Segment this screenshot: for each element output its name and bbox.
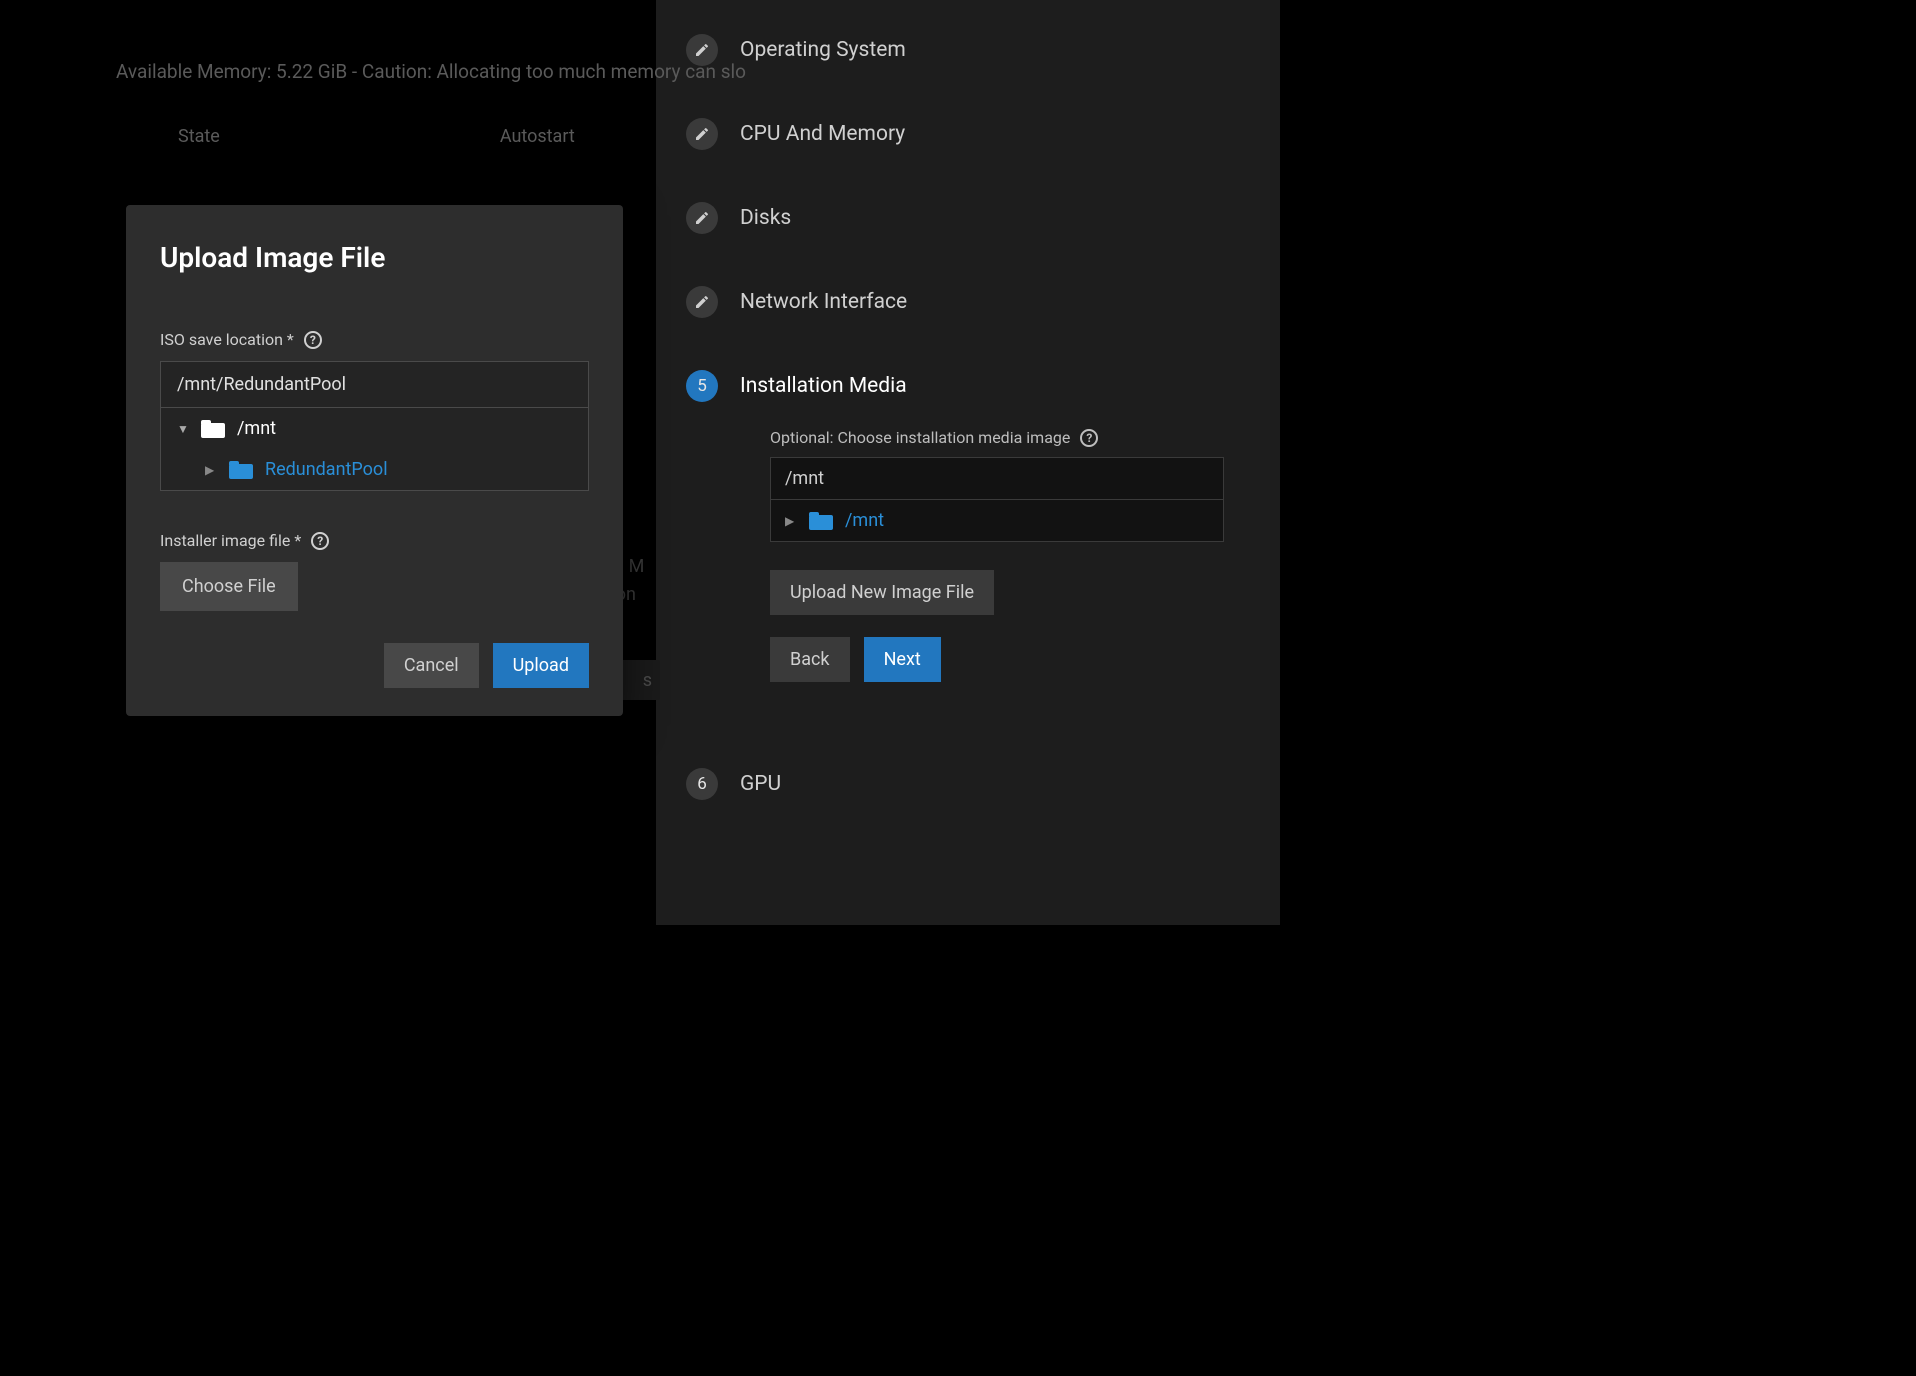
step-network[interactable]: Network Interface [656, 260, 1280, 344]
available-memory-text: Available Memory: 5.22 GiB - Caution: Al… [116, 60, 746, 83]
help-icon[interactable]: ? [311, 532, 329, 550]
back-button[interactable]: Back [770, 637, 850, 682]
iso-path-input[interactable]: /mnt/RedundantPool [161, 362, 588, 408]
step-6-badge: 6 [686, 768, 718, 800]
folder-icon [809, 512, 833, 530]
step-cpu[interactable]: CPU And Memory [656, 92, 1280, 176]
modal-title: Upload Image File [160, 241, 589, 274]
step-gpu[interactable]: 6 GPU [656, 742, 1280, 826]
pencil-icon [686, 202, 718, 234]
media-path-input[interactable]: /mnt [771, 458, 1223, 500]
step-disks-label: Disks [740, 206, 791, 230]
folder-icon [201, 420, 225, 438]
tree-row-mnt[interactable]: ▼ /mnt [161, 408, 588, 449]
tree-row-redundantpool[interactable]: ▶ RedundantPool [161, 449, 588, 490]
step-cpu-label: CPU And Memory [740, 122, 905, 146]
tree-child-label: RedundantPool [265, 459, 388, 480]
media-tree-row-mnt[interactable]: ▶ /mnt [771, 500, 1223, 541]
step-media-label: Installation Media [740, 374, 907, 398]
iso-location-tree: /mnt/RedundantPool ▼ /mnt ▶ RedundantPoo… [160, 361, 589, 491]
upload-image-file-modal: Upload Image File ISO save location * ? … [126, 205, 623, 716]
pencil-icon [686, 118, 718, 150]
media-path-tree: /mnt ▶ /mnt [770, 457, 1224, 542]
wizard-panel: Operating System CPU And Memory Disks Ne… [656, 0, 1280, 925]
step-os-label: Operating System [740, 38, 906, 62]
media-tree-label: /mnt [845, 510, 884, 531]
iso-save-location-label: ISO save location * ? [160, 330, 589, 349]
pencil-icon [686, 286, 718, 318]
modal-actions: Cancel Upload [160, 643, 589, 688]
col-autostart: Autostart [500, 126, 575, 147]
col-state: State [178, 126, 220, 147]
folder-icon [229, 461, 253, 479]
caret-right-icon: ▶ [785, 514, 797, 528]
step-5-badge: 5 [686, 370, 718, 402]
help-icon[interactable]: ? [304, 331, 322, 349]
next-button[interactable]: Next [864, 637, 941, 682]
media-nav-buttons: Back Next [770, 637, 1224, 682]
installation-media-content: Optional: Choose installation media imag… [656, 428, 1280, 702]
caret-right-icon: ▶ [205, 463, 217, 477]
upload-new-image-button[interactable]: Upload New Image File [770, 570, 994, 615]
choose-file-button[interactable]: Choose File [160, 562, 298, 611]
step-gpu-label: GPU [740, 772, 781, 796]
upload-button[interactable]: Upload [493, 643, 589, 688]
media-field-label: Optional: Choose installation media imag… [770, 428, 1224, 447]
step-installation-media[interactable]: 5 Installation Media [656, 344, 1280, 428]
help-icon[interactable]: ? [1080, 429, 1098, 447]
step-network-label: Network Interface [740, 290, 907, 314]
bg-column-headers: State Autostart [178, 126, 575, 147]
installer-image-label: Installer image file * ? [160, 531, 589, 550]
tree-root-label: /mnt [237, 418, 276, 439]
cancel-button[interactable]: Cancel [384, 643, 479, 688]
step-os[interactable]: Operating System [656, 8, 1280, 92]
step-disks[interactable]: Disks [656, 176, 1280, 260]
caret-down-icon: ▼ [177, 422, 189, 436]
